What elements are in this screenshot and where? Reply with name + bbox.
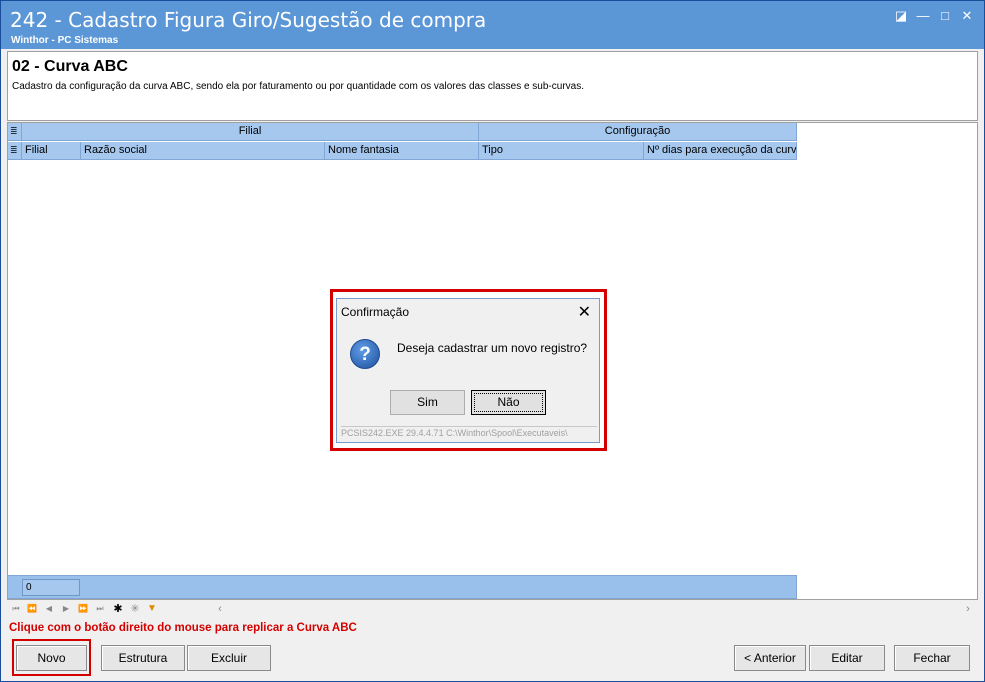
header-panel: 02 - Curva ABC Cadastro da configuração … <box>7 51 978 121</box>
estrutura-button[interactable]: Estrutura <box>101 645 185 671</box>
record-count: 0 <box>22 579 80 596</box>
maximize-button[interactable]: □ <box>935 7 955 25</box>
excluir-button[interactable]: Excluir <box>187 645 271 671</box>
append-record-icon[interactable]: ✳ <box>128 602 142 616</box>
filter-icon[interactable]: ▼ <box>145 602 159 616</box>
anterior-button[interactable]: < Anterior <box>734 645 806 671</box>
dialog-title: Confirmação <box>341 305 410 319</box>
column-chooser-icon[interactable]: ≣ <box>8 142 22 160</box>
column-razao-social[interactable]: Razão social <box>81 142 325 160</box>
dialog-close-icon[interactable]: ✕ <box>578 302 591 322</box>
confirm-dialog: Confirmação ✕ ? Deseja cadastrar um novo… <box>336 298 600 443</box>
close-button[interactable]: ✕ <box>957 7 977 25</box>
novo-button[interactable]: Novo <box>16 645 87 671</box>
dialog-message: Deseja cadastrar um novo registro? <box>397 341 588 355</box>
minimize-button[interactable]: — <box>913 7 933 25</box>
band-indicator-icon[interactable]: ≣ <box>8 123 22 141</box>
first-record-icon[interactable]: ⏮ <box>9 602 23 616</box>
fechar-button[interactable]: Fechar <box>894 645 970 671</box>
column-nome-fantasia[interactable]: Nome fantasia <box>325 142 479 160</box>
next-page-icon[interactable]: ⏩ <box>76 602 90 616</box>
grid-navigator: ⏮ ⏪ ◀ ▶ ⏩ ⏭ ✱ ✳ ▼ ‹ › <box>7 601 978 618</box>
question-icon: ? <box>350 339 380 369</box>
no-button[interactable]: Não <box>471 390 546 415</box>
window-title: 242 - Cadastro Figura Giro/Sugestão de c… <box>10 8 487 32</box>
scroll-left-icon[interactable]: ‹ <box>213 602 227 616</box>
page-title: 02 - Curva ABC <box>12 58 128 75</box>
grid-footer: 0 <box>7 575 797 599</box>
insert-record-icon[interactable]: ✱ <box>111 602 125 616</box>
column-filial[interactable]: Filial <box>22 142 81 160</box>
band-header-row: ≣ Filial Configuração <box>8 123 797 141</box>
title-bar[interactable]: 242 - Cadastro Figura Giro/Sugestão de c… <box>1 1 984 49</box>
prev-record-icon[interactable]: ◀ <box>42 602 56 616</box>
replicate-hint: Clique com o botão direito do mouse para… <box>9 622 357 634</box>
column-header-row: ≣ Filial Razão social Nome fantasia Tipo… <box>8 142 797 160</box>
restore-icon[interactable]: ◪ <box>891 7 911 25</box>
band-configuracao: Configuração <box>479 123 797 141</box>
column-dias-execucao[interactable]: Nº dias para execução da curv <box>644 142 797 160</box>
prev-page-icon[interactable]: ⏪ <box>25 602 39 616</box>
scroll-right-icon[interactable]: › <box>961 602 975 616</box>
editar-button[interactable]: Editar <box>809 645 885 671</box>
yes-button[interactable]: Sim <box>390 390 465 415</box>
window-subtitle: Winthor - PC Sistemas <box>11 35 119 46</box>
page-description: Cadastro da configuração da curva ABC, s… <box>12 81 584 92</box>
band-filial: Filial <box>22 123 479 141</box>
column-tipo[interactable]: Tipo <box>479 142 644 160</box>
dialog-status-text: PCSIS242.EXE 29.4.4.71 C:\Winthor\Spool\… <box>341 426 597 439</box>
next-record-icon[interactable]: ▶ <box>59 602 73 616</box>
last-record-icon[interactable]: ⏭ <box>93 602 107 616</box>
